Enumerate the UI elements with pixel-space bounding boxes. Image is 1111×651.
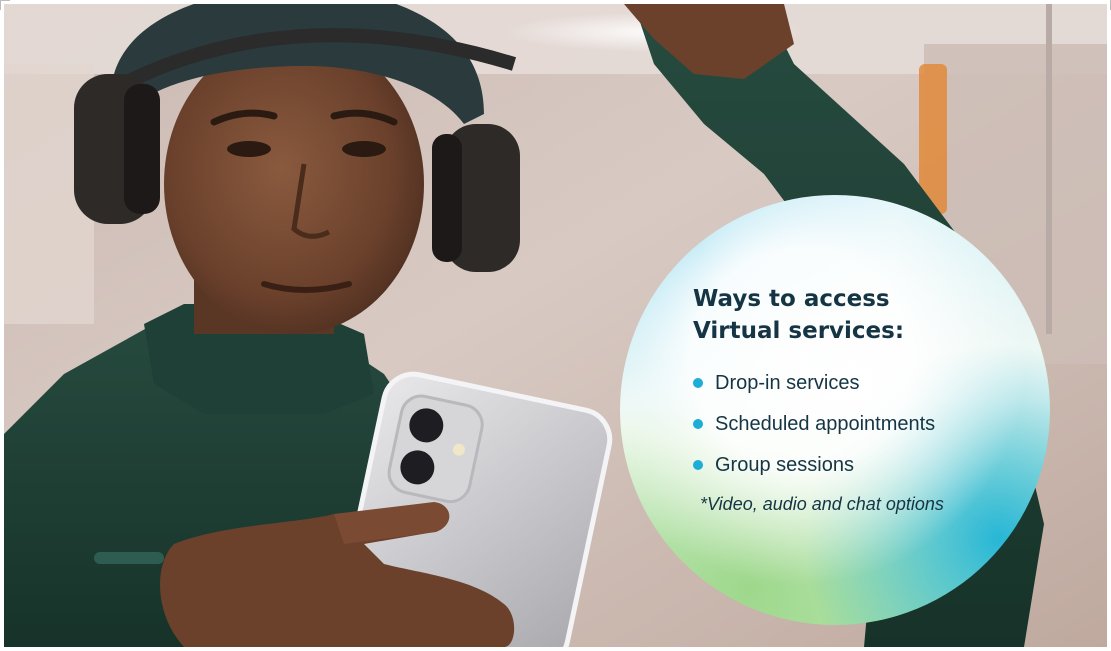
list-item-label: Group sessions	[715, 454, 854, 476]
right-headphone-cushion	[432, 134, 462, 262]
bullet-dot-icon	[693, 378, 703, 388]
flyer-panel: Ways to access Virtual services: Drop-in…	[0, 0, 1111, 651]
list-item: Group sessions	[693, 450, 1033, 480]
callout-content: Ways to access Virtual services: Drop-in…	[693, 283, 1033, 517]
list-item: Scheduled appointments	[693, 409, 1033, 439]
callout-heading-line-1: Ways to access	[693, 286, 890, 312]
list-item: Drop-in services	[693, 368, 1033, 398]
right-eye	[342, 141, 386, 157]
bullet-dot-icon	[693, 460, 703, 470]
callout-heading: Ways to access Virtual services:	[693, 283, 1033, 347]
bullet-dot-icon	[693, 419, 703, 429]
left-eye	[227, 141, 271, 157]
teal-reflection	[94, 552, 164, 564]
crop-mark-top-left	[0, 0, 1, 10]
vertical-pole	[1046, 4, 1052, 334]
crop-mark-top-left-h	[0, 0, 10, 1]
list-item-label: Scheduled appointments	[715, 413, 936, 435]
access-options-list: Drop-in services Scheduled appointments …	[693, 368, 1033, 480]
left-headphone-cushion	[124, 84, 160, 214]
list-item-label: Drop-in services	[715, 372, 860, 394]
callout-heading-line-2: Virtual services:	[693, 318, 905, 344]
services-callout-circle: Ways to access Virtual services: Drop-in…	[620, 195, 1050, 625]
callout-footnote: *Video, audio and chat options	[700, 494, 944, 514]
